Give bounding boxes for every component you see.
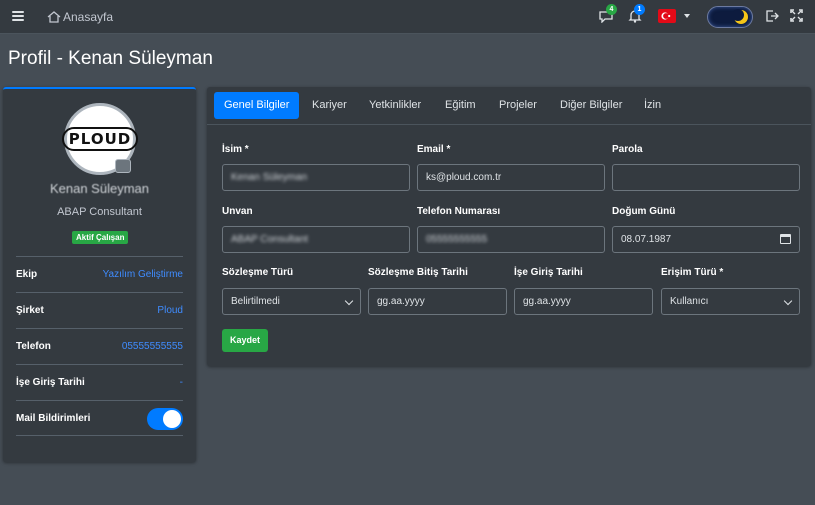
notifications-count-badge: 1	[634, 4, 645, 15]
birthdate-label: Doğum Günü	[612, 206, 676, 217]
contract-type-value: Belirtilmedi	[231, 296, 280, 307]
tab-education[interactable]: Eğitim	[435, 92, 486, 119]
contract-type-label: Sözleşme Türü	[222, 267, 294, 278]
start-date-field[interactable]: gg.aa.yyyy	[514, 288, 653, 315]
title-label: Unvan	[222, 206, 253, 217]
contract-end-placeholder: gg.aa.yyyy	[377, 296, 425, 307]
tab-leave[interactable]: İzin	[634, 92, 671, 119]
info-row-start-date: İşe Giriş Tarihi -	[16, 364, 183, 400]
dark-mode-toggle[interactable]	[707, 6, 753, 28]
info-row-company: Şirket Ploud	[16, 292, 183, 328]
birthdate-value: 08.07.1987	[621, 234, 672, 245]
tab-other-info[interactable]: Diğer Bilgiler	[550, 92, 632, 119]
profile-name: Kenan Süleyman	[49, 181, 149, 196]
logout-icon	[766, 10, 779, 22]
tab-skills[interactable]: Yetkinlikler	[359, 92, 431, 119]
fullscreen-icon	[790, 9, 803, 22]
phone-link[interactable]: 05555555555	[122, 341, 183, 352]
title-field[interactable]: ABAP Consultant	[222, 226, 410, 253]
home-link[interactable]: Anasayfa	[47, 9, 113, 25]
info-label: Şirket	[16, 305, 44, 316]
access-type-select[interactable]: Kullanıcı	[661, 288, 800, 315]
start-date-placeholder: gg.aa.yyyy	[523, 296, 571, 307]
password-label: Parola	[612, 144, 643, 155]
top-navbar: Anasayfa 4 1	[0, 0, 815, 34]
name-label: İsim *	[222, 144, 249, 155]
messages-count-badge: 4	[606, 4, 617, 15]
contract-end-field[interactable]: gg.aa.yyyy	[368, 288, 507, 315]
name-field[interactable]: Kenan Süleyman	[222, 164, 410, 191]
access-type-label: Erişim Türü *	[661, 267, 724, 278]
menu-icon[interactable]	[12, 11, 24, 21]
birthdate-field[interactable]: 08.07.1987	[612, 226, 800, 253]
fullscreen-button[interactable]	[790, 9, 803, 27]
phone-label: Telefon Numarası	[417, 206, 501, 217]
tab-general-info[interactable]: Genel Bilgiler	[214, 92, 300, 119]
tab-bar: Genel Bilgiler Kariyer Yetkinlikler Eğit…	[207, 87, 811, 125]
company-link[interactable]: Ploud	[157, 305, 183, 316]
page-title: Profil - Kenan Süleyman	[8, 48, 213, 69]
turkey-flag-icon[interactable]	[658, 9, 676, 23]
start-date-label: İşe Giriş Tarihi	[514, 267, 583, 278]
home-label: Anasayfa	[63, 10, 114, 24]
tab-career[interactable]: Kariyer	[302, 92, 357, 119]
logout-button[interactable]	[765, 9, 779, 28]
info-label: Ekip	[16, 269, 38, 280]
chevron-down-icon	[344, 296, 354, 306]
profile-card: PLOUD Kenan Süleyman ABAP Consultant Akt…	[3, 87, 196, 462]
info-label: Telefon	[16, 341, 51, 352]
moon-icon	[733, 9, 748, 24]
calendar-icon[interactable]	[780, 234, 791, 244]
profile-info-list: Ekip Yazılım Geliştirme Şirket Ploud Tel…	[16, 256, 183, 436]
avatar-logo-text: PLOUD	[61, 127, 139, 151]
home-icon	[47, 11, 61, 23]
profile-form-card: Genel Bilgiler Kariyer Yetkinlikler Eğit…	[207, 87, 811, 366]
messages-button[interactable]: 4	[598, 4, 617, 28]
status-badge: Aktif Çalışan	[72, 231, 129, 244]
chevron-down-icon	[783, 296, 793, 306]
info-row-team: Ekip Yazılım Geliştirme	[16, 256, 183, 292]
name-value: Kenan Süleyman	[231, 172, 308, 183]
phone-value: 05555555555	[426, 234, 488, 245]
info-row-mail-notifications: Mail Bildirimleri	[16, 400, 183, 436]
email-value: ks@ploud.com.tr	[426, 172, 502, 183]
info-label: İşe Giriş Tarihi	[16, 377, 85, 388]
info-row-phone: Telefon 05555555555	[16, 328, 183, 364]
team-link[interactable]: Yazılım Geliştirme	[103, 269, 183, 280]
title-value: ABAP Consultant	[231, 234, 309, 245]
phone-field[interactable]: 05555555555	[417, 226, 605, 253]
contract-end-label: Sözleşme Bitiş Tarihi	[368, 267, 468, 278]
access-type-value: Kullanıcı	[670, 296, 709, 307]
notifications-button[interactable]: 1	[628, 4, 645, 28]
email-label: Email *	[417, 144, 451, 155]
start-date-value: -	[179, 377, 183, 388]
profile-role: ABAP Consultant	[57, 206, 142, 218]
contract-type-select[interactable]: Belirtilmedi	[222, 288, 361, 315]
mail-notifications-toggle[interactable]	[147, 408, 183, 430]
password-field[interactable]	[612, 164, 800, 191]
language-dropdown-caret-icon[interactable]	[684, 14, 690, 18]
save-button[interactable]: Kaydet	[222, 329, 269, 352]
crescent-star-icon	[661, 12, 671, 20]
tab-projects[interactable]: Projeler	[489, 92, 547, 119]
camera-icon[interactable]	[115, 159, 131, 173]
info-label: Mail Bildirimleri	[16, 413, 91, 424]
email-field[interactable]: ks@ploud.com.tr	[417, 164, 605, 191]
